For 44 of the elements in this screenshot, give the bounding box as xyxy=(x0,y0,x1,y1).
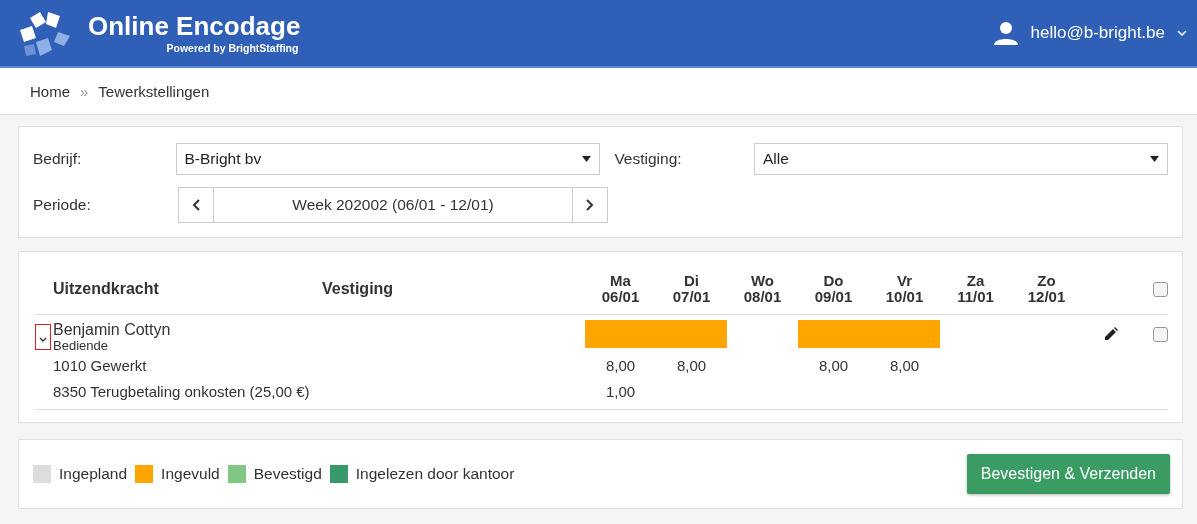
branch-select[interactable]: Alle xyxy=(753,143,1168,175)
column-header: Ma 06/01 xyxy=(600,273,641,305)
app-title: Online Encodage xyxy=(88,12,301,40)
user-menu[interactable]: hello@b-bright.be xyxy=(1030,23,1165,43)
legend-label: Bevestigd xyxy=(253,465,322,483)
legend-label: Ingevuld xyxy=(161,465,220,483)
hours-value: 8,00 xyxy=(818,357,849,374)
chevron-icon[interactable] xyxy=(39,337,47,343)
field-label: Bedrijf: xyxy=(33,150,83,168)
column-header: Vestiging xyxy=(321,280,395,298)
field-label: Vestiging: xyxy=(614,150,683,168)
hours-value: 8,00 xyxy=(676,357,707,374)
checkbox[interactable] xyxy=(1152,326,1168,342)
hours-value: 1,00 xyxy=(605,383,636,400)
dropdown-arrow-icon xyxy=(1150,156,1159,162)
company-select[interactable]: B-Bright bv xyxy=(175,143,601,175)
breadcrumb-link[interactable]: Tewerkstellingen xyxy=(98,82,210,100)
app-subtitle: Powered by BrightStaffing xyxy=(166,42,299,54)
column-header: Do 09/01 xyxy=(813,273,854,305)
user-icon xyxy=(992,21,1019,45)
employee-role: Bediende xyxy=(53,339,109,353)
employee-name: Benjamin Cottyn xyxy=(53,321,171,339)
chevron-right-icon[interactable] xyxy=(586,199,594,211)
column-header: Di 07/01 xyxy=(671,273,712,305)
legend-label: Ingepland xyxy=(59,465,128,483)
hours-value: 8,00 xyxy=(889,357,920,374)
breadcrumb-separator: » xyxy=(80,82,89,100)
legend-label: Ingelezen door kantoor xyxy=(355,465,515,483)
hours-value: 8,00 xyxy=(605,357,636,374)
checkbox[interactable] xyxy=(1152,281,1168,297)
breadcrumb-link[interactable]: Home xyxy=(30,82,70,100)
field-label: Periode: xyxy=(33,196,92,214)
column-header: Uitzendkracht xyxy=(52,280,160,298)
expand-button[interactable] xyxy=(35,324,51,350)
column-header: Zo 12/01 xyxy=(1026,273,1067,305)
column-header: Vr 10/01 xyxy=(884,273,925,305)
column-header: Za 11/01 xyxy=(956,273,995,305)
wage-code-label: 1010 Gewerkt xyxy=(53,357,147,374)
wage-code-label: 8350 Terugbetaling onkosten (25,00 €) xyxy=(53,383,310,400)
edit-icon[interactable] xyxy=(1104,327,1118,341)
column-header: Wo 08/01 xyxy=(742,273,783,305)
chevron-down-icon[interactable] xyxy=(1177,30,1187,36)
chevron-left-icon[interactable] xyxy=(192,199,200,211)
dropdown-arrow-icon xyxy=(582,156,592,162)
